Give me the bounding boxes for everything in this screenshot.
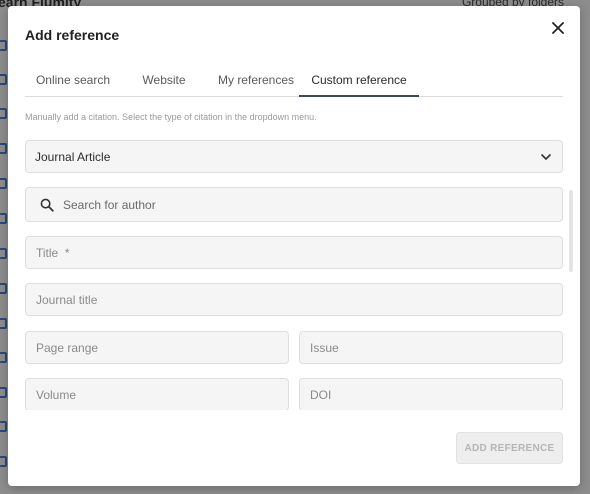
instructions-text: Manually add a citation. Select the type… <box>25 112 317 122</box>
scroll-region-edge <box>8 410 580 424</box>
background-checkbox <box>0 213 7 224</box>
chevron-down-icon <box>541 153 551 160</box>
journal-title-label: Journal title <box>36 292 98 307</box>
search-icon <box>40 198 54 212</box>
background-checkbox <box>0 40 7 51</box>
volume-field[interactable]: Volume <box>25 378 289 411</box>
add-reference-dialog: Add reference Online search Website My r… <box>8 6 580 486</box>
dialog-title: Add reference <box>25 27 120 43</box>
scrollbar[interactable] <box>569 190 573 272</box>
citation-type-value: Journal Article <box>35 149 111 164</box>
citation-type-select[interactable]: Journal Article <box>25 140 563 173</box>
author-search-input[interactable]: Search for author <box>25 187 563 222</box>
background-checkbox <box>0 178 7 189</box>
tab-online-search[interactable]: Online search <box>25 67 121 97</box>
background-checkbox <box>0 456 7 467</box>
title-field[interactable]: Title * <box>25 236 563 269</box>
background-checkbox <box>0 421 7 432</box>
background-checkbox <box>0 387 7 398</box>
tab-website[interactable]: Website <box>128 67 200 97</box>
tab-bar: Online search Website My references Cust… <box>25 67 563 97</box>
active-tab-indicator <box>299 95 419 97</box>
close-icon <box>552 22 564 34</box>
title-field-label: Title * <box>36 245 70 260</box>
background-checkbox <box>0 318 7 329</box>
background-checkbox <box>0 248 7 259</box>
tab-my-references[interactable]: My references <box>204 67 308 97</box>
volume-label: Volume <box>36 387 77 402</box>
issue-field[interactable]: Issue <box>299 331 563 364</box>
add-reference-button[interactable]: ADD REFERENCE <box>456 432 563 464</box>
background-checkbox <box>0 74 7 85</box>
journal-title-field[interactable]: Journal title <box>25 283 563 316</box>
background-checkbox <box>0 283 7 294</box>
doi-label: DOI <box>310 387 332 402</box>
doi-field[interactable]: DOI <box>299 378 563 411</box>
background-checkbox <box>0 108 7 119</box>
page-range-label: Page range <box>36 340 99 355</box>
tab-custom-reference[interactable]: Custom reference <box>299 67 419 97</box>
issue-label: Issue <box>310 340 339 355</box>
background-checkbox <box>0 143 7 154</box>
page-range-field[interactable]: Page range <box>25 331 289 364</box>
background-checkbox <box>0 352 7 363</box>
author-search-placeholder: Search for author <box>63 197 156 212</box>
close-button[interactable] <box>546 16 570 40</box>
